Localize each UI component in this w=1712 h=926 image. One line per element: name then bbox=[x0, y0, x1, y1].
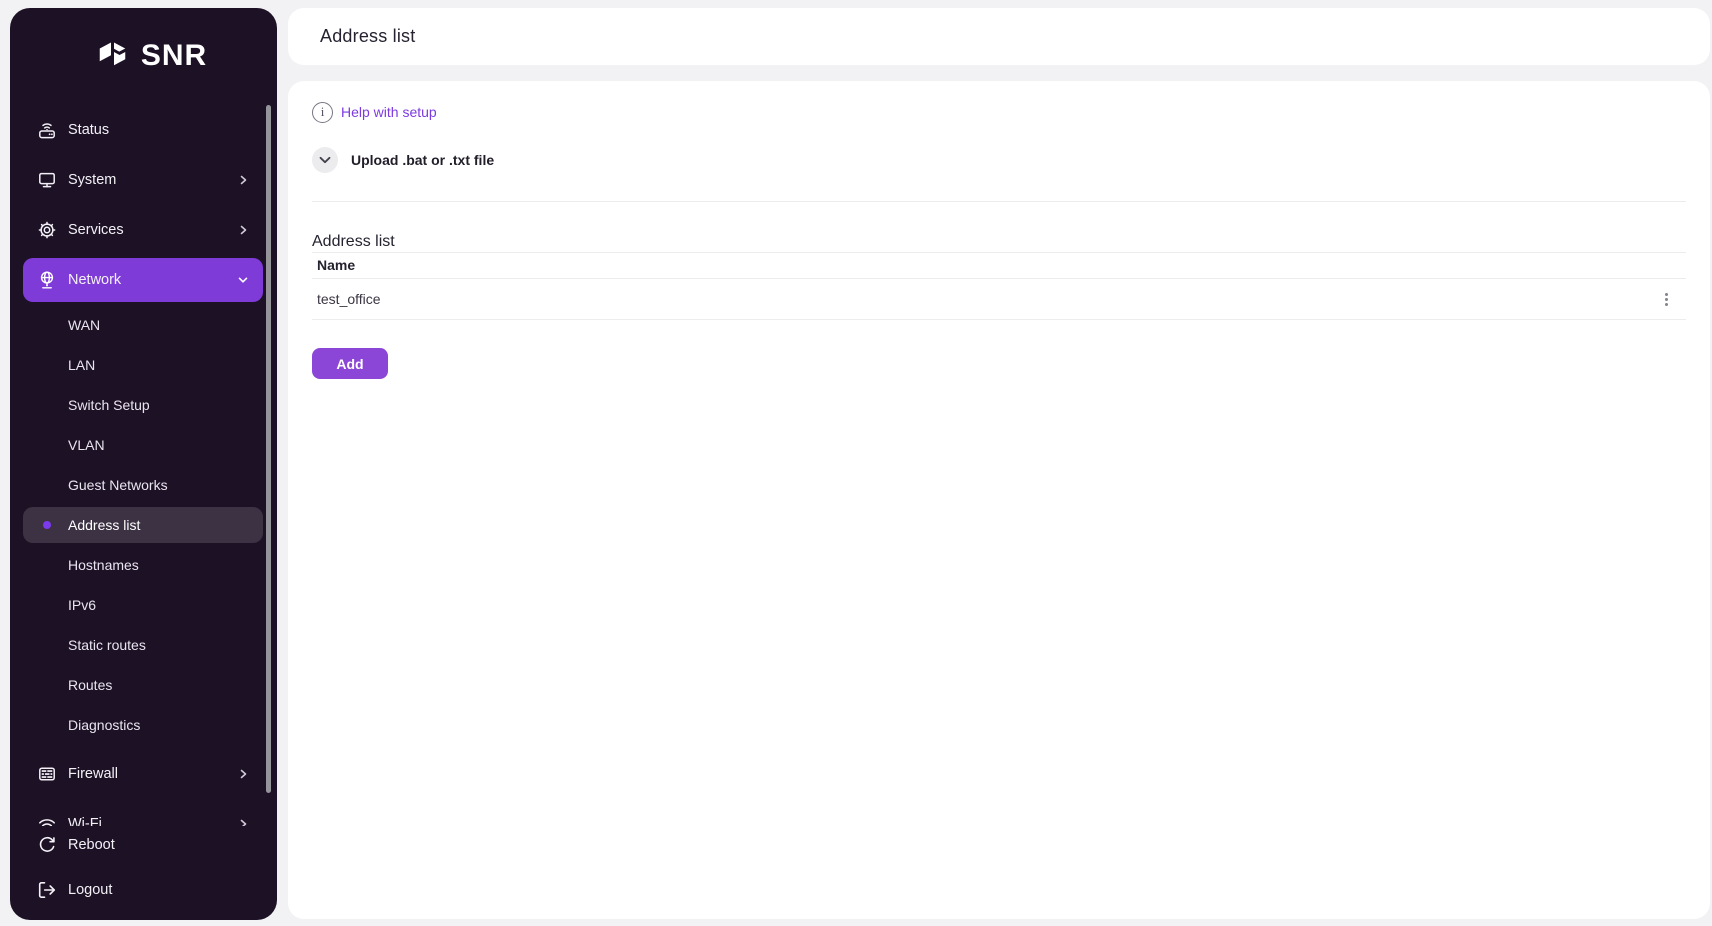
sidebar-item-label: VLAN bbox=[68, 437, 249, 453]
sidebar-item-label: Routes bbox=[68, 677, 249, 693]
sidebar-item-label: IPv6 bbox=[68, 597, 249, 613]
sidebar-item-label: Address list bbox=[68, 517, 249, 533]
sidebar-item-label: Switch Setup bbox=[68, 397, 249, 413]
page-header: Address list bbox=[288, 8, 1710, 65]
upload-expand-button[interactable] bbox=[312, 147, 338, 173]
chevron-down-icon bbox=[316, 151, 334, 169]
kebab-icon bbox=[1665, 293, 1668, 296]
table-header-name: Name bbox=[312, 252, 1686, 279]
sidebar-item-logout[interactable]: Logout bbox=[23, 867, 263, 912]
sidebar-item-label: Diagnostics bbox=[68, 717, 249, 733]
address-list-section-title: Address list bbox=[312, 232, 1686, 252]
sidebar-item-ipv6[interactable]: IPv6 bbox=[23, 585, 263, 625]
chevron-down-icon bbox=[237, 274, 249, 286]
sidebar-item-services[interactable]: Services bbox=[23, 205, 263, 255]
help-with-setup-link[interactable]: Help with setup bbox=[341, 104, 437, 120]
logout-icon bbox=[37, 880, 57, 900]
sidebar: SNR Status bbox=[10, 8, 277, 920]
sidebar-item-label: Network bbox=[68, 272, 226, 288]
sidebar-item-label: Hostnames bbox=[68, 557, 249, 573]
sidebar-footer: Reboot Logout bbox=[10, 822, 277, 912]
firewall-icon bbox=[37, 764, 57, 784]
sidebar-item-label: Services bbox=[68, 222, 226, 238]
upload-expander[interactable]: Upload .bat or .txt file bbox=[312, 147, 1686, 173]
sidebar-item-firewall[interactable]: Firewall bbox=[23, 749, 263, 799]
upload-label: Upload .bat or .txt file bbox=[351, 152, 494, 168]
sidebar-item-label: Status bbox=[68, 122, 249, 138]
sidebar-item-hostnames[interactable]: Hostnames bbox=[23, 545, 263, 585]
add-button[interactable]: Add bbox=[312, 348, 388, 379]
sidebar-item-label: LAN bbox=[68, 357, 249, 373]
sidebar-item-label: System bbox=[68, 172, 226, 188]
sidebar-item-label: Logout bbox=[68, 882, 249, 898]
sidebar-nav: Status System bbox=[10, 105, 277, 826]
gear-icon bbox=[37, 220, 57, 240]
sidebar-item-diagnostics[interactable]: Diagnostics bbox=[23, 705, 263, 745]
info-icon: i bbox=[312, 102, 333, 123]
address-list-table: Name test_office bbox=[312, 252, 1686, 320]
sidebar-item-vlan[interactable]: VLAN bbox=[23, 425, 263, 465]
content-card: i Help with setup Upload .bat or .txt fi… bbox=[288, 81, 1710, 919]
sidebar-item-label: Guest Networks bbox=[68, 477, 249, 493]
chevron-right-icon bbox=[237, 224, 249, 236]
sidebar-item-label: Static routes bbox=[68, 637, 249, 653]
sidebar-item-switch-setup[interactable]: Switch Setup bbox=[23, 385, 263, 425]
sidebar-item-label: Reboot bbox=[68, 837, 249, 853]
table-row: test_office bbox=[312, 279, 1686, 320]
brand-logo-icon bbox=[96, 38, 132, 74]
brand-logo-text: SNR bbox=[141, 41, 207, 71]
monitor-icon bbox=[37, 170, 57, 190]
sidebar-item-routes[interactable]: Routes bbox=[23, 665, 263, 705]
router-icon bbox=[37, 120, 57, 140]
sidebar-item-wan[interactable]: WAN bbox=[23, 305, 263, 345]
selected-dot-icon bbox=[43, 521, 51, 529]
globe-icon bbox=[37, 270, 57, 290]
help-row: i Help with setup bbox=[312, 101, 1686, 123]
app-root: SNR Status bbox=[0, 0, 1712, 926]
sidebar-item-status[interactable]: Status bbox=[23, 105, 263, 155]
row-actions-menu-button[interactable] bbox=[1656, 289, 1676, 309]
reboot-icon bbox=[37, 835, 57, 855]
sidebar-item-system[interactable]: System bbox=[23, 155, 263, 205]
sidebar-scrollbar-thumb[interactable] bbox=[266, 105, 271, 793]
sidebar-item-guest-networks[interactable]: Guest Networks bbox=[23, 465, 263, 505]
sidebar-item-network[interactable]: Network bbox=[23, 258, 263, 302]
brand-logo: SNR bbox=[18, 36, 277, 76]
address-list-entry-name: test_office bbox=[317, 290, 381, 308]
chevron-right-icon bbox=[237, 768, 249, 780]
sidebar-item-address-list[interactable]: Address list bbox=[23, 507, 263, 543]
sidebar-item-reboot[interactable]: Reboot bbox=[23, 822, 263, 867]
sidebar-item-label: WAN bbox=[68, 317, 249, 333]
sidebar-item-lan[interactable]: LAN bbox=[23, 345, 263, 385]
page-title: Address list bbox=[320, 26, 415, 47]
sidebar-item-label: Firewall bbox=[68, 766, 226, 782]
section-divider bbox=[312, 201, 1686, 202]
sidebar-item-static-routes[interactable]: Static routes bbox=[23, 625, 263, 665]
chevron-right-icon bbox=[237, 174, 249, 186]
